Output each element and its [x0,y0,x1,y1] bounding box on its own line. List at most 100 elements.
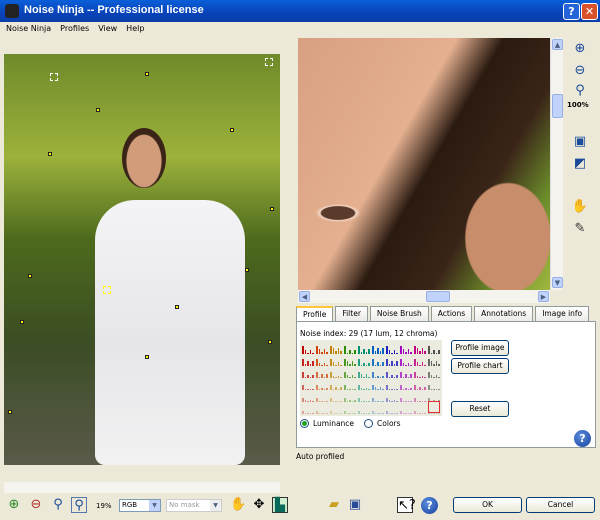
menu-noise-ninja[interactable]: Noise Ninja [6,24,51,35]
help-icon[interactable]: ? [574,430,591,447]
profile-cell[interactable] [400,392,413,402]
zoom-out-icon[interactable]: ⊖ [571,62,589,80]
tab-filter[interactable]: Filter [335,306,368,321]
profile-cell[interactable] [414,404,427,414]
profile-cell[interactable] [400,368,413,378]
zoom-in-icon[interactable]: ⊕ [571,40,589,58]
profile-cell[interactable] [344,380,357,390]
tab-noise-brush[interactable]: Noise Brush [369,306,429,321]
profile-cell[interactable] [414,368,427,378]
reset-button[interactable]: Reset [451,401,509,417]
profile-cell[interactable] [386,392,399,402]
zoom-in-icon[interactable]: ⊕ [6,497,22,513]
preview-horizontal-scrollbar[interactable]: ◀ ▶ [298,290,550,303]
zoom-out-icon[interactable]: ⊖ [28,497,44,513]
profile-cell[interactable] [344,356,357,366]
profile-cell[interactable] [302,380,315,390]
help-title-button[interactable]: ? [563,3,580,20]
profile-cell[interactable] [316,344,329,354]
profile-cell[interactable] [330,368,343,378]
profile-cell[interactable] [330,356,343,366]
preview-region-marker[interactable] [103,286,111,294]
profile-cell[interactable] [330,344,343,354]
menu-view[interactable]: View [98,24,117,35]
save-icon[interactable]: ▣ [347,497,363,513]
profile-cell[interactable] [372,356,385,366]
scroll-thumb[interactable] [552,94,563,118]
profile-cell[interactable] [344,368,357,378]
profile-cell[interactable] [358,380,371,390]
tab-annotations[interactable]: Annotations [474,306,534,321]
profile-cell[interactable] [386,368,399,378]
noise-sample-marker[interactable] [20,320,24,324]
profile-cell[interactable] [414,356,427,366]
profile-cell[interactable] [358,392,371,402]
profile-cell[interactable] [386,404,399,414]
profile-cell[interactable] [316,404,329,414]
profile-cell[interactable] [428,344,441,354]
profile-cell[interactable] [428,380,441,390]
profile-cell[interactable] [372,380,385,390]
profile-cell[interactable] [302,368,315,378]
profile-cell[interactable] [400,356,413,366]
profile-cell[interactable] [316,356,329,366]
ok-button[interactable]: OK [453,497,522,513]
preview-vertical-scrollbar[interactable]: ▲ ▼ [550,38,563,290]
help-icon[interactable]: ? [421,497,438,514]
profile-cell[interactable] [302,404,315,414]
scroll-down-arrow[interactable]: ▼ [552,277,563,288]
profile-cell[interactable] [358,368,371,378]
noise-sample-marker[interactable] [145,72,149,76]
profile-cell[interactable] [302,392,315,402]
profile-image-button[interactable]: Profile image [451,340,509,356]
move-icon[interactable]: ✥ [251,497,267,513]
noise-sample-marker[interactable] [145,355,149,359]
profile-cell[interactable] [400,404,413,414]
noise-sample-marker[interactable] [268,340,272,344]
left-horizontal-scrollbar[interactable] [4,482,280,493]
compare-view-icon[interactable]: ▣ [571,133,589,151]
profile-cell[interactable] [316,380,329,390]
scroll-right-arrow[interactable]: ▶ [538,291,549,302]
profile-cell[interactable] [344,404,357,414]
profile-cell[interactable] [302,344,315,354]
preview-region-marker[interactable] [265,58,273,66]
profile-cell[interactable] [358,344,371,354]
close-button[interactable]: ✕ [581,3,598,20]
colors-radio[interactable] [364,419,374,428]
profile-cell[interactable] [428,356,441,366]
profile-cell[interactable] [358,356,371,366]
profile-cell[interactable] [414,344,427,354]
channel-select[interactable]: RGB ▼ [119,499,161,512]
profile-chart-button[interactable]: Profile chart [451,358,509,374]
profile-cell[interactable] [400,380,413,390]
profile-cell[interactable] [386,344,399,354]
profile-cell[interactable] [372,344,385,354]
profile-cell[interactable] [372,368,385,378]
profile-cell[interactable] [316,368,329,378]
profile-cell[interactable] [358,404,371,414]
menu-profiles[interactable]: Profiles [60,24,89,35]
noise-profile-chart[interactable] [300,340,442,416]
profile-cell[interactable] [414,392,427,402]
profile-cell[interactable] [386,380,399,390]
noise-sample-marker[interactable] [96,108,100,112]
preview-image[interactable] [298,38,550,290]
profile-cell[interactable] [372,404,385,414]
tab-image-info[interactable]: Image info [535,306,590,321]
scroll-left-arrow[interactable]: ◀ [299,291,310,302]
luminance-radio[interactable] [300,419,309,428]
profile-cell[interactable] [330,404,343,414]
noise-sample-marker[interactable] [175,305,179,309]
scroll-thumb[interactable] [426,291,450,302]
profile-cell[interactable] [372,392,385,402]
profile-cell[interactable] [400,344,413,354]
profile-cell[interactable] [316,392,329,402]
noise-sample-marker[interactable] [28,274,32,278]
scroll-up-arrow[interactable]: ▲ [552,39,563,50]
profile-cell[interactable] [428,368,441,378]
hand-icon[interactable]: ✋ [230,497,246,513]
profile-cell[interactable] [330,392,343,402]
profile-cell[interactable] [330,380,343,390]
preview-region-marker[interactable] [50,73,58,81]
